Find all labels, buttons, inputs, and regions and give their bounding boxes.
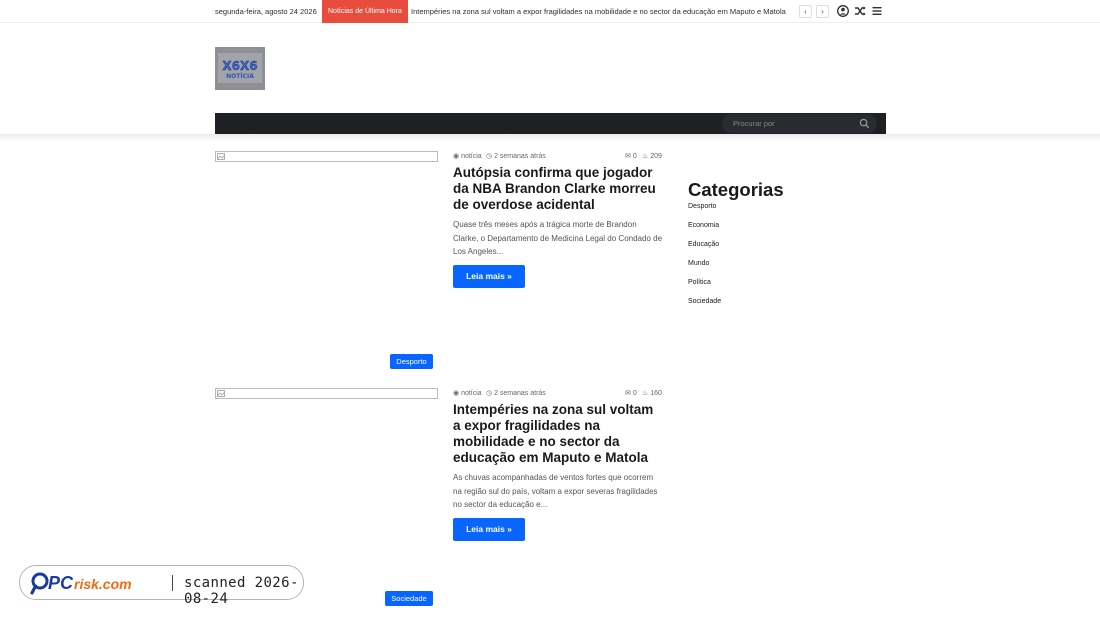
search-icon[interactable] — [859, 118, 870, 129]
sidebar-title: Categorias — [688, 179, 784, 200]
clock-icon: ◷ — [486, 390, 493, 397]
watermark-separator — [172, 575, 173, 591]
post-category-badge[interactable]: Sociedade — [385, 591, 433, 606]
post-views: ♨ 160 — [642, 389, 662, 397]
post-comment-count[interactable]: 0 — [633, 153, 637, 160]
user-icon[interactable] — [836, 4, 850, 18]
post-category-badge[interactable]: Desporto — [390, 354, 433, 369]
watermark-text: scanned 2026-08-24 — [184, 575, 299, 607]
svg-text:X6X6: X6X6 — [222, 59, 257, 73]
category-list: Desporto Economia Educação Mundo Polític… — [688, 203, 721, 317]
category-item-educacao[interactable]: Educação — [688, 241, 721, 260]
broken-image-icon — [217, 153, 225, 160]
category-item-desporto[interactable]: Desporto — [688, 203, 721, 222]
fire-icon: ♨ — [642, 390, 649, 397]
search-box[interactable]: Procurar por — [722, 114, 877, 133]
post-author-name[interactable]: notícia — [461, 390, 482, 397]
svg-text:PC: PC — [48, 573, 74, 593]
fire-icon: ♨ — [642, 153, 649, 160]
comments-icon: ✉ — [625, 153, 631, 160]
ticker-prev-button[interactable]: ‹ — [799, 5, 812, 18]
clock-icon: ◷ — [486, 153, 493, 160]
post-comments[interactable]: ✉ 0 — [625, 152, 637, 160]
post-view-count: 209 — [650, 153, 662, 160]
post-date: ◷ 2 semanas atrás — [486, 152, 546, 160]
current-date: segunda-feira, agosto 24 2026 — [215, 7, 317, 16]
category-item-economia[interactable]: Economia — [688, 222, 721, 241]
ticker-next-button[interactable]: › — [816, 5, 829, 18]
menu-icon[interactable] — [870, 4, 884, 18]
post-views: ♨ 209 — [642, 152, 662, 160]
post-view-count: 160 — [650, 390, 662, 397]
breaking-news-label: Notícias de Última Hora — [322, 0, 408, 23]
scan-watermark: PC risk.com scanned 2026-08-24 — [19, 565, 304, 607]
post-excerpt: Quase três meses após a trágica morte de… — [453, 220, 663, 256]
svg-text:NOTÍCIA: NOTÍCIA — [226, 72, 254, 80]
site-logo-image: X6X6 NOTÍCIA — [215, 47, 265, 90]
post-comments[interactable]: ✉ 0 — [625, 389, 637, 397]
post-title[interactable]: Autópsia confirma que jogador da NBA Bra… — [453, 165, 663, 213]
site-logo[interactable]: X6X6 NOTÍCIA — [215, 47, 265, 90]
svg-text:risk.com: risk.com — [74, 576, 132, 592]
top-bar: segunda-feira, agosto 24 2026 Notícias d… — [0, 0, 1100, 23]
post-comment-count[interactable]: 0 — [633, 390, 637, 397]
broken-image-icon — [217, 390, 225, 397]
breaking-news-ticker-link[interactable]: Intempéries na zona sul voltam a expor f… — [411, 7, 786, 16]
post-excerpt: As chuvas acompanhadas de ventos fortes … — [453, 473, 658, 509]
category-item-mundo[interactable]: Mundo — [688, 260, 721, 279]
post-author[interactable]: ◉ notícia — [453, 389, 482, 397]
post-meta: ◉ notícia ◷ 2 semanas atrás ✉ 0 ♨ 160 — [453, 389, 663, 399]
author-icon: ◉ — [453, 153, 460, 160]
comments-icon: ✉ — [625, 390, 631, 397]
read-more-button[interactable]: Leia mais » — [453, 518, 525, 541]
post-title[interactable]: Intempéries na zona sul voltam a expor f… — [453, 402, 663, 466]
post-meta: ◉ notícia ◷ 2 semanas atrás ✉ 0 ♨ 209 — [453, 152, 663, 162]
post-thumbnail[interactable] — [215, 151, 438, 162]
post-date-text: 2 semanas atrás — [494, 153, 546, 160]
author-icon: ◉ — [453, 390, 460, 397]
category-item-sociedade[interactable]: Sociedade — [688, 298, 721, 317]
post-author-name[interactable]: notícia — [461, 153, 482, 160]
post-thumbnail[interactable] — [215, 388, 438, 399]
post-date-text: 2 semanas atrás — [494, 390, 546, 397]
category-item-politica[interactable]: Política — [688, 279, 721, 298]
post-author[interactable]: ◉ notícia — [453, 152, 482, 160]
pcrisk-logo: PC risk.com — [30, 572, 132, 595]
post-date: ◷ 2 semanas atrás — [486, 389, 546, 397]
search-input[interactable]: Procurar por — [733, 119, 775, 128]
navigation-shadow — [0, 134, 1100, 142]
shuffle-icon[interactable] — [853, 4, 867, 18]
read-more-button[interactable]: Leia mais » — [453, 265, 525, 288]
